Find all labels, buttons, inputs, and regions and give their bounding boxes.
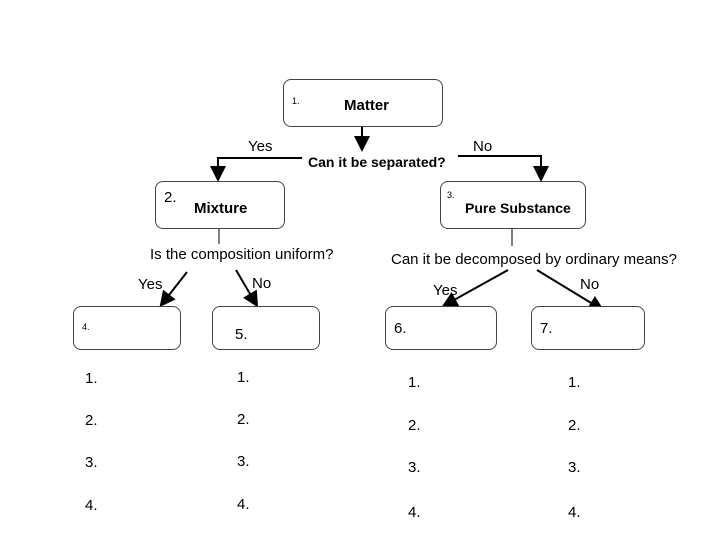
list-item: 1. — [568, 374, 581, 391]
list-item: 4. — [568, 504, 581, 521]
node-number: 3. — [447, 190, 455, 200]
node-matter: 1. Matter — [283, 79, 443, 127]
question-decomposed: Can it be decomposed by ordinary means? — [391, 251, 677, 268]
list-item: 2. — [408, 417, 421, 434]
list-item: 4. — [237, 496, 250, 513]
list-item: 4. — [408, 504, 421, 521]
node-number: 5. — [235, 326, 248, 343]
branch-no: No — [580, 276, 600, 293]
list-item: 3. — [85, 454, 98, 471]
node-mixture: 2. Mixture — [155, 181, 285, 229]
question-uniform: Is the composition uniform? — [150, 246, 334, 263]
node-number: 6. — [394, 320, 407, 337]
list-item: 2. — [237, 411, 250, 428]
list-item: 2. — [85, 412, 98, 429]
list-item: 1. — [408, 374, 421, 391]
arrow-no-to-pure — [458, 155, 549, 182]
list-item: 3. — [237, 453, 250, 470]
node-number: 2. — [164, 189, 177, 206]
node-box-7: 7. — [531, 306, 645, 350]
branch-yes: Yes — [248, 138, 273, 155]
node-box-4: 4. — [73, 306, 181, 350]
arrow-uniform-yes — [159, 271, 188, 308]
branch-no: No — [252, 275, 272, 292]
node-box-6: 6. — [385, 306, 497, 350]
node-box-5: 5. — [212, 306, 320, 350]
list-item: 3. — [408, 459, 421, 476]
branch-no: No — [473, 138, 493, 155]
node-number: 7. — [540, 320, 553, 337]
list-item: 1. — [237, 369, 250, 386]
question-separated: Can it be separated? — [308, 154, 446, 170]
list-item: 2. — [568, 417, 581, 434]
node-label: Mixture — [194, 200, 248, 217]
arrow-yes-to-mixture — [210, 157, 302, 182]
list-item: 1. — [85, 370, 98, 387]
branch-yes: Yes — [138, 276, 163, 293]
branch-yes: Yes — [433, 282, 458, 299]
list-item: 4. — [85, 497, 98, 514]
node-pure-substance: 3. Pure Substance — [440, 181, 586, 229]
node-number: 4. — [82, 322, 90, 332]
node-number: 1. — [292, 96, 300, 106]
node-label: Matter — [344, 97, 390, 114]
node-label: Pure Substance — [465, 200, 571, 216]
list-item: 3. — [568, 459, 581, 476]
